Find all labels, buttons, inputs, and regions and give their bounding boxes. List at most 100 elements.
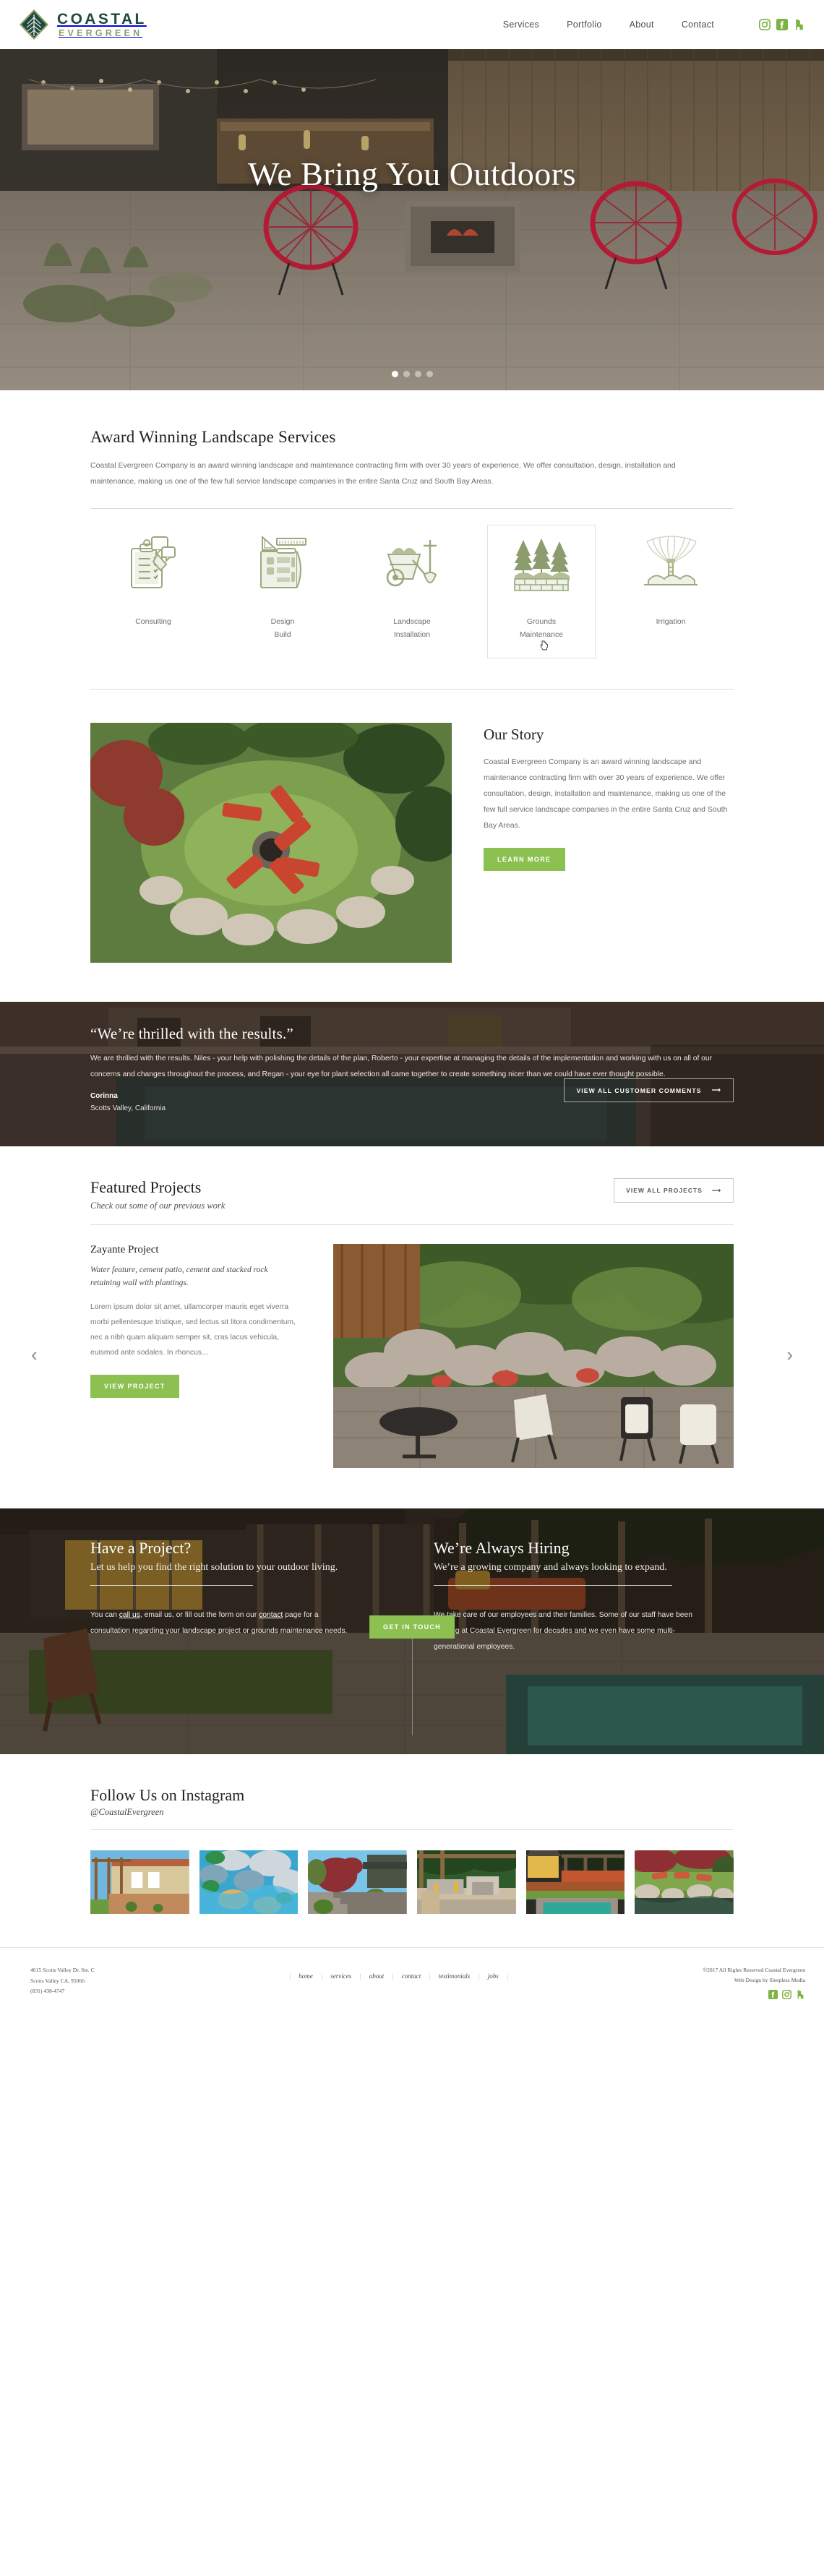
service-card-landscape-installation[interactable]: Landscape Installation xyxy=(358,525,466,658)
site-logo[interactable]: COASTAL EVERGREEN xyxy=(19,9,147,40)
our-story-photo xyxy=(90,722,452,963)
footer-sep: | xyxy=(506,1972,509,1980)
arrow-right-icon: ⟶ xyxy=(711,1186,721,1194)
view-project-button[interactable]: VIEW PROJECT xyxy=(90,1375,179,1399)
footer-link-about[interactable]: about xyxy=(361,1972,392,1980)
footer-link-jobs[interactable]: jobs xyxy=(480,1972,507,1980)
hero-slider: We Bring You Outdoors xyxy=(0,49,824,390)
cta-body-part-1: You can xyxy=(90,1611,119,1620)
service-label-irrigation: Irrigation xyxy=(656,617,686,627)
cta-right-lead: We’re a growing company and always looki… xyxy=(434,1561,667,1573)
get-in-touch-button[interactable]: GET IN TOUCH xyxy=(369,1615,455,1639)
header-social-links xyxy=(759,19,805,30)
cta-right-body: We take care of our employees and their … xyxy=(434,1611,692,1652)
hero-dot-1[interactable] xyxy=(391,371,398,377)
hero-background-photo xyxy=(0,49,824,390)
footer-credits: ©2017 All Rights Reserved Coastal Evergr… xyxy=(703,1965,805,2003)
nav-item-portfolio[interactable]: Portfolio xyxy=(567,20,602,30)
houzz-icon[interactable] xyxy=(794,19,805,30)
our-story-body: Coastal Evergreen Company is an award wi… xyxy=(484,757,728,830)
trees-wall-icon xyxy=(512,536,571,593)
cta-left-body: You can call us, email us, or fill out t… xyxy=(90,1607,354,1639)
houzz-icon[interactable] xyxy=(796,1990,805,2003)
mouse-cursor-icon xyxy=(540,640,549,651)
service-card-consulting[interactable]: Consulting xyxy=(99,525,207,658)
instagram-photo-2[interactable] xyxy=(199,1850,299,1914)
hero-dot-4[interactable] xyxy=(426,371,433,377)
footer-address-line1: 4615 Scotts Valley Dr. Ste. C xyxy=(30,1966,95,1973)
view-all-comments-button[interactable]: VIEW ALL CUSTOMER COMMENTS ⟶ xyxy=(564,1078,734,1103)
instagram-icon[interactable] xyxy=(781,1989,792,2003)
testimonial-quote: “We’re thrilled with the results.” xyxy=(90,1024,293,1042)
instagram-photo-1[interactable] xyxy=(90,1850,189,1914)
featured-projects-section: Featured Projects Check out some of our … xyxy=(31,1146,793,1508)
footer-navigation: | home | services | about | contact | te… xyxy=(289,1965,508,1980)
site-footer: 4615 Scotts Valley Dr. Ste. C Scotts Val… xyxy=(0,1946,824,2017)
testimonial-location: Scotts Valley, California xyxy=(90,1104,166,1113)
learn-more-button[interactable]: LEARN MORE xyxy=(484,848,565,872)
footer-link-testimonials[interactable]: testimonials xyxy=(431,1972,478,1980)
divider-2 xyxy=(90,688,734,690)
cta-right-rule xyxy=(434,1585,672,1587)
services-icon-row: Consulting Design Build Landscape Instal… xyxy=(90,509,734,670)
footer-link-home[interactable]: home xyxy=(291,1972,321,1980)
nav-item-about[interactable]: About xyxy=(630,20,654,30)
facebook-icon[interactable] xyxy=(776,19,788,30)
arrow-right-icon: ⟶ xyxy=(711,1086,721,1094)
footer-copyright: ©2017 All Rights Reserved Coastal Evergr… xyxy=(703,1966,805,1973)
carousel-prev-arrow[interactable]: ‹ xyxy=(31,1345,38,1364)
hero-title: We Bring You Outdoors xyxy=(247,155,577,192)
service-card-grounds-maintenance[interactable]: Grounds Maintenance xyxy=(487,525,596,658)
our-story-section: Our Story Coastal Evergreen Company is a… xyxy=(90,697,734,1002)
view-all-projects-label: VIEW ALL PROJECTS xyxy=(626,1186,703,1194)
service-label-design-build: Design Build xyxy=(270,617,295,640)
footer-phone[interactable]: (831) 438-4747 xyxy=(30,1986,95,1997)
clipboard-icon xyxy=(126,536,181,593)
footer-address: 4615 Scotts Valley Dr. Ste. C Scotts Val… xyxy=(19,1965,95,1997)
nav-item-services[interactable]: Services xyxy=(503,20,539,30)
instagram-photo-6[interactable] xyxy=(635,1850,734,1914)
divider xyxy=(90,1829,734,1830)
cta-left-column: Have a Project? Let us help you find the… xyxy=(0,1508,412,1754)
project-title: Zayante Project xyxy=(90,1243,159,1255)
instagram-photo-3[interactable] xyxy=(308,1850,408,1914)
service-label-landscape-installation: Landscape Installation xyxy=(393,617,431,640)
facebook-icon[interactable] xyxy=(768,1989,778,2003)
nav-item-contact[interactable]: Contact xyxy=(682,20,714,30)
service-card-design-build[interactable]: Design Build xyxy=(228,525,337,658)
footer-link-services[interactable]: services xyxy=(322,1972,359,1980)
footer-link-contact[interactable]: contact xyxy=(394,1972,429,1980)
instagram-photo-5[interactable] xyxy=(525,1850,625,1914)
instagram-photo-4[interactable] xyxy=(417,1850,516,1914)
contact-page-link[interactable]: contact xyxy=(259,1611,283,1619)
our-story-heading: Our Story xyxy=(484,725,544,743)
instagram-handle: @CoastalEvergreen xyxy=(90,1806,164,1817)
call-us-link[interactable]: call us xyxy=(119,1611,140,1619)
services-section: Award Winning Landscape Services Coastal… xyxy=(90,390,734,697)
cta-body-part-2: , email us, or fill out the form on our xyxy=(140,1611,259,1620)
hero-dot-2[interactable] xyxy=(403,371,410,377)
service-label-consulting: Consulting xyxy=(135,617,171,627)
instagram-photo-grid xyxy=(90,1850,734,1914)
evergreen-leaf-icon xyxy=(19,9,49,40)
site-header: COASTAL EVERGREEN Services Portfolio Abo… xyxy=(0,0,824,49)
logo-text-bottom: EVERGREEN xyxy=(59,27,143,38)
hero-dot-3[interactable] xyxy=(414,371,421,377)
instagram-icon[interactable] xyxy=(759,19,771,30)
cta-vertical-divider xyxy=(412,1623,413,1735)
services-heading: Award Winning Landscape Services xyxy=(90,428,336,446)
carousel-next-arrow[interactable]: › xyxy=(786,1345,793,1364)
services-body: Coastal Evergreen Company is an award wi… xyxy=(90,461,676,486)
project-photo xyxy=(333,1243,734,1468)
project-body: Lorem ipsum dolor sit amet, ullamcorper … xyxy=(90,1303,296,1357)
view-all-projects-button[interactable]: VIEW ALL PROJECTS ⟶ xyxy=(614,1177,734,1203)
footer-address-line2: Scotts Valley CA, 95066 xyxy=(30,1977,85,1984)
footer-social-links xyxy=(703,1989,805,2003)
cta-right-column: We’re Always Hiring We’re a growing comp… xyxy=(412,1508,824,1754)
wheelbarrow-icon xyxy=(382,536,442,593)
service-card-irrigation[interactable]: Irrigation xyxy=(617,525,725,658)
primary-navigation: Services Portfolio About Contact xyxy=(503,19,805,30)
divider xyxy=(90,1224,734,1225)
instagram-section: Follow Us on Instagram @CoastalEvergreen xyxy=(90,1754,734,1947)
service-label-grounds-maintenance: Grounds Maintenance xyxy=(519,617,564,640)
